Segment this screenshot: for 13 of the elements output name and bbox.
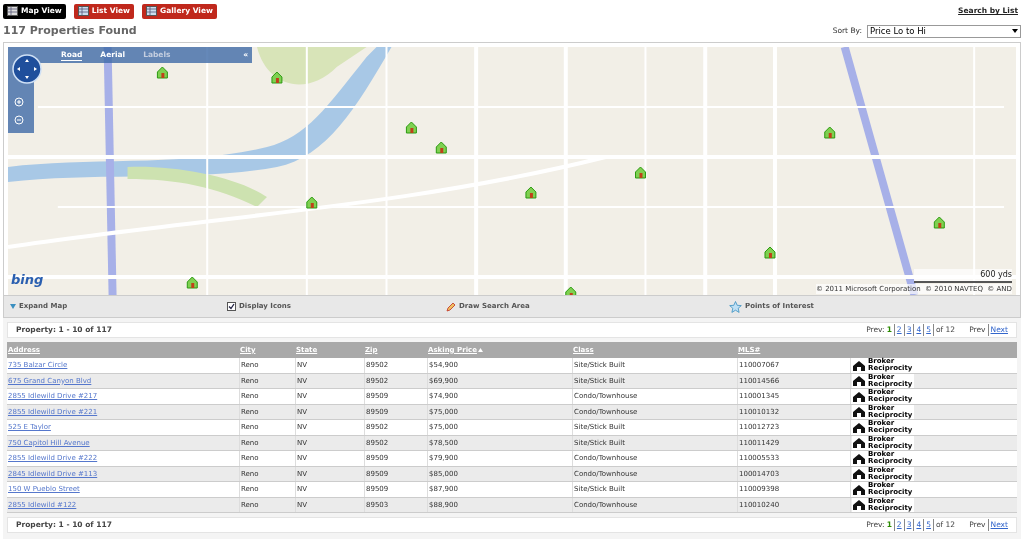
- sort-arrow-icon: [477, 348, 483, 352]
- map-scale: 600 yds: [914, 269, 1012, 283]
- triangle-icon: [10, 304, 16, 309]
- sort-dropdown[interactable]: Price Lo to Hi: [867, 24, 1021, 38]
- map-logo: bing: [11, 270, 44, 289]
- pencil-icon: [446, 301, 456, 312]
- zoom-in-icon[interactable]: [14, 97, 24, 107]
- caret-icon: [1012, 29, 1018, 33]
- star-icon: [729, 300, 742, 313]
- zoom-out-icon[interactable]: [14, 115, 24, 125]
- pan-control-icon[interactable]: [12, 54, 42, 84]
- display-icons-checkbox[interactable]: [227, 302, 236, 311]
- results-heading: 117 Properties Found: [3, 22, 137, 39]
